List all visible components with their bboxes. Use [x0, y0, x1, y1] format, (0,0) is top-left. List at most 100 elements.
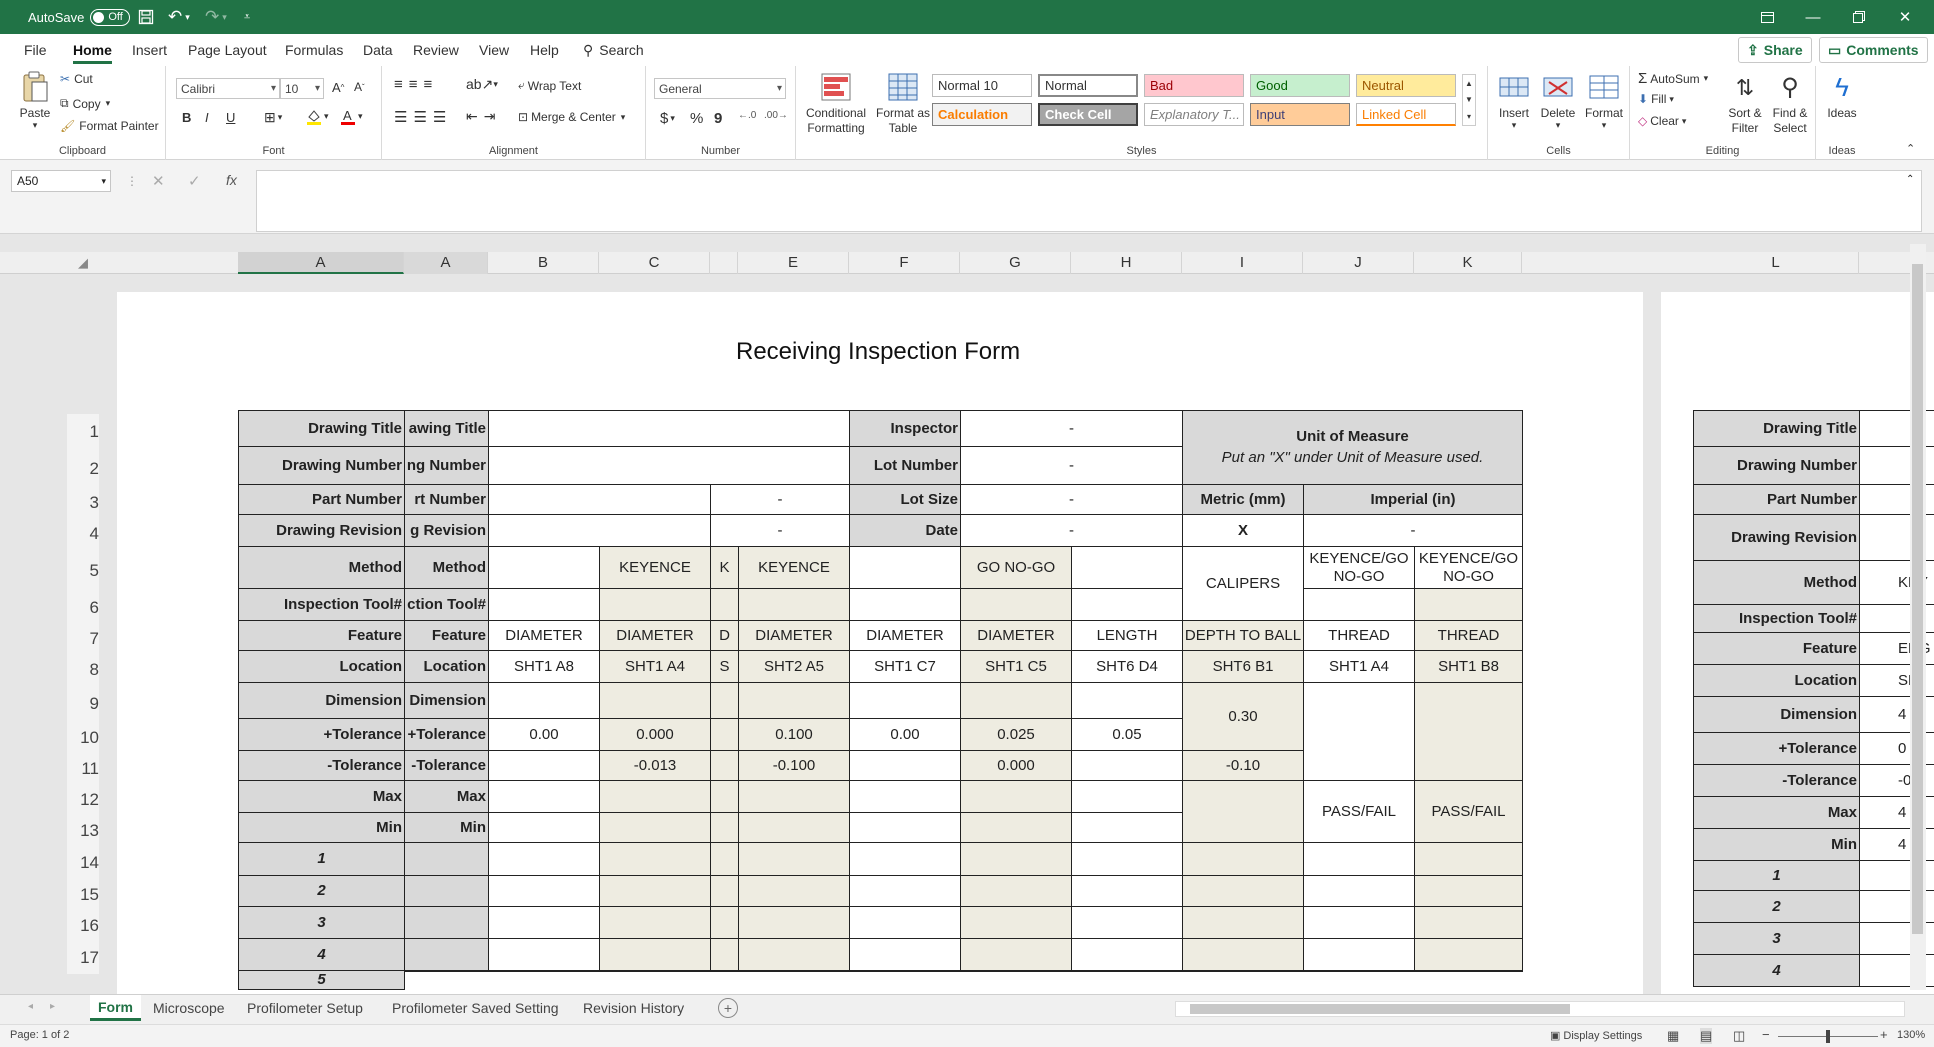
label-inspector[interactable]: Inspector	[849, 410, 961, 447]
row-header[interactable]: 9	[67, 686, 99, 722]
format-as-table-button[interactable]: Format as Table	[872, 70, 934, 136]
style-normal[interactable]: Normal	[1038, 74, 1138, 97]
page2-label-minus-tol[interactable]: -Tolerance	[1693, 764, 1860, 797]
sample-h[interactable]	[1071, 938, 1183, 971]
column-header-f[interactable]: F	[849, 252, 960, 274]
undo-icon[interactable]: ↶ ▾	[168, 0, 190, 34]
sample-c[interactable]	[599, 906, 711, 939]
sample-clipped[interactable]	[404, 875, 489, 907]
minus-tol-i[interactable]: -0.10	[1182, 750, 1304, 781]
value-c-r9[interactable]	[599, 682, 711, 719]
tab-insert[interactable]: Insert	[132, 34, 167, 66]
value-d-r10[interactable]	[710, 718, 739, 751]
tab-help[interactable]: Help	[530, 34, 559, 66]
value-f-r13[interactable]	[849, 812, 961, 843]
label-drawing-title[interactable]: Drawing Title	[238, 410, 405, 447]
inspection-tool-h[interactable]	[1071, 588, 1183, 621]
sample-f[interactable]	[849, 938, 961, 971]
sort-filter-button[interactable]: ⇅ Sort & Filter	[1724, 70, 1766, 136]
row-header[interactable]: 14	[67, 846, 99, 879]
location-f[interactable]: SHT1 C7	[849, 650, 961, 683]
sheet-tab-revision-history[interactable]: Revision History	[575, 995, 692, 1021]
copy-button[interactable]: ⧉ Copy ▾	[60, 96, 110, 111]
part-number-value[interactable]	[488, 484, 711, 515]
sample-e[interactable]	[738, 938, 850, 971]
page2-label-inspection-tool[interactable]: Inspection Tool#	[1693, 604, 1860, 633]
close-icon[interactable]: ✕	[1882, 0, 1928, 34]
redo-icon[interactable]: ↷ ▾	[205, 0, 227, 34]
metric-header[interactable]: Metric (mm)	[1182, 484, 1304, 515]
page2-label-dimension[interactable]: Dimension	[1693, 696, 1860, 733]
sample-k[interactable]	[1414, 938, 1523, 971]
conditional-formatting-button[interactable]: Conditional Formatting	[802, 70, 870, 136]
sample-j[interactable]	[1303, 906, 1415, 939]
row-header[interactable]: 17	[67, 942, 99, 974]
sample-clipped[interactable]	[404, 842, 489, 876]
increase-decimal-icon[interactable]: ←.0	[738, 110, 756, 121]
feature-f[interactable]: DIAMETER	[849, 620, 961, 651]
label-location[interactable]: Location	[238, 650, 405, 683]
tab-formulas[interactable]: Formulas	[285, 34, 343, 66]
max-min-i[interactable]	[1182, 780, 1304, 843]
page2-label-max[interactable]: Max	[1693, 796, 1860, 829]
column-header-k[interactable]: K	[1414, 252, 1522, 274]
page2-sample-number[interactable]: 3	[1693, 922, 1860, 955]
normal-view-icon[interactable]: ▦	[1667, 1028, 1679, 1044]
page2-sample-number[interactable]: 4	[1693, 954, 1860, 987]
sample-b[interactable]	[488, 842, 600, 876]
number-format-select[interactable]: General	[654, 78, 786, 99]
font-name-select[interactable]: Calibri	[176, 78, 280, 99]
drawing-title-value[interactable]	[488, 410, 850, 447]
feature-k[interactable]: THREAD	[1414, 620, 1523, 651]
tab-home[interactable]: Home	[73, 34, 112, 66]
page2-label-drawing-revision[interactable]: Drawing Revision	[1693, 514, 1860, 561]
label-date[interactable]: Date	[849, 514, 961, 547]
restore-icon[interactable]	[1836, 0, 1882, 34]
label-clipped-drawing-title[interactable]: awing Title	[404, 410, 489, 447]
location-i[interactable]: SHT6 B1	[1182, 650, 1304, 683]
vertical-align-icons[interactable]: ≡≡≡	[394, 76, 438, 93]
autosave-toggle[interactable]: Off	[90, 8, 130, 26]
sheet-tab-profilometer-setup[interactable]: Profilometer Setup	[239, 995, 371, 1021]
zoom-level[interactable]: 130%	[1897, 1029, 1925, 1041]
clear-button[interactable]: ◇ Clear ▾	[1638, 114, 1686, 128]
value-c-r10[interactable]: 0.000	[599, 718, 711, 751]
page2-label-feature[interactable]: Feature	[1693, 632, 1860, 665]
feature-b[interactable]: DIAMETER	[488, 620, 600, 651]
delete-cells-button[interactable]: Delete ▾	[1536, 70, 1580, 131]
ribbon-display-icon[interactable]	[1744, 0, 1790, 34]
comma-button[interactable]: 9	[714, 110, 722, 127]
horizontal-align-icons[interactable]: ☰☰☰	[394, 108, 452, 126]
label-part-number[interactable]: Part Number	[238, 484, 405, 515]
page2-label-plus-tol[interactable]: +Tolerance	[1693, 732, 1860, 765]
sample-clipped[interactable]	[404, 906, 489, 939]
confirm-entry-icon[interactable]: ✓	[188, 172, 201, 190]
sample-g[interactable]	[960, 842, 1072, 876]
sample-f[interactable]	[849, 970, 961, 972]
style-normal-10[interactable]: Normal 10	[932, 74, 1032, 97]
sample-j[interactable]	[1303, 938, 1415, 971]
row-header[interactable]: 8	[67, 654, 99, 686]
dimension-k[interactable]	[1414, 682, 1523, 781]
increase-font-icon[interactable]: A ^	[332, 80, 344, 95]
sheet-tab-form[interactable]: Form	[90, 995, 141, 1021]
page2-label-part-number[interactable]: Part Number	[1693, 484, 1860, 515]
inspection-tool-c[interactable]	[599, 588, 711, 621]
row-header[interactable]: 12	[67, 784, 99, 816]
label-clipped-inspection-tool[interactable]: ction Tool#	[404, 588, 489, 621]
feature-j[interactable]: THREAD	[1303, 620, 1415, 651]
method-b[interactable]	[488, 546, 600, 589]
method-h[interactable]	[1071, 546, 1183, 589]
sample-i[interactable]	[1182, 938, 1304, 971]
row-header[interactable]: 5	[67, 550, 99, 592]
imperial-mark[interactable]: -	[1303, 514, 1523, 547]
sample-f[interactable]	[849, 906, 961, 939]
sample-i[interactable]	[1182, 970, 1304, 972]
sample-k[interactable]	[1414, 906, 1523, 939]
unit-of-measure-header[interactable]: Unit of Measure Put an "X" under Unit of …	[1182, 410, 1523, 485]
sample-number[interactable]: 1	[238, 842, 405, 876]
location-h[interactable]: SHT6 D4	[1071, 650, 1183, 683]
sample-e[interactable]	[738, 970, 850, 972]
header-value[interactable]: -	[960, 514, 1183, 547]
horizontal-scrollbar[interactable]	[1175, 1001, 1905, 1017]
